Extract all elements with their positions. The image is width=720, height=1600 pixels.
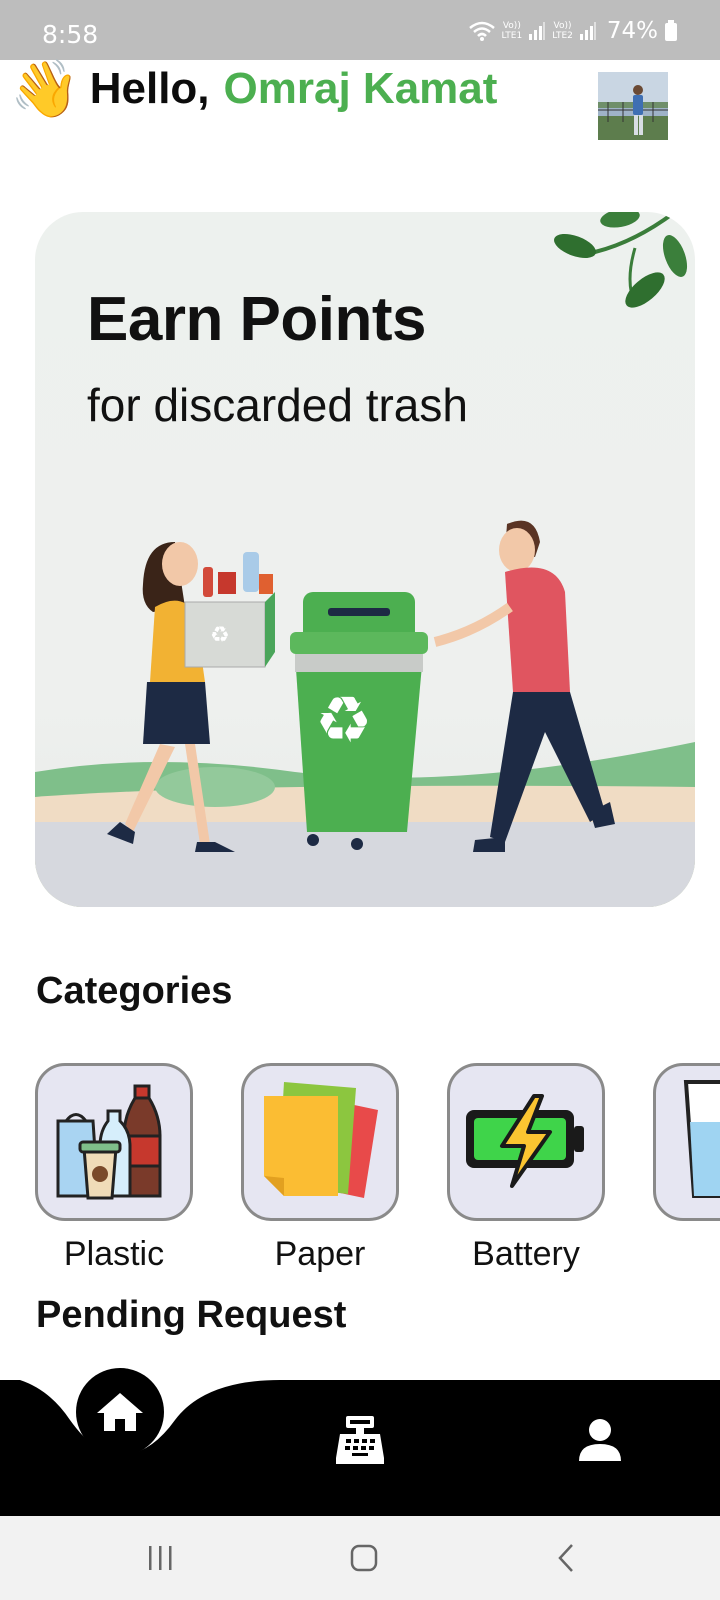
recent-apps-button[interactable] bbox=[130, 1516, 190, 1600]
signal-2-icon bbox=[579, 22, 596, 40]
recent-apps-icon bbox=[149, 1546, 172, 1570]
battery-percentage: 74% bbox=[606, 18, 658, 44]
sim2-network-label: Vo)) LTE2 bbox=[552, 21, 573, 41]
hero-banner[interactable]: ♻ ♻ Earn Points for discarded trash bbox=[35, 212, 695, 907]
back-system-button[interactable] bbox=[536, 1516, 596, 1600]
category-glass[interactable]: G bbox=[653, 1063, 720, 1273]
status-icons: Vo)) LTE1 Vo)) LTE2 74% bbox=[468, 18, 679, 44]
svg-text:♻: ♻ bbox=[210, 623, 230, 648]
category-tile[interactable] bbox=[241, 1063, 399, 1221]
category-battery[interactable]: Battery bbox=[447, 1063, 605, 1273]
wifi-icon bbox=[468, 21, 495, 41]
status-time: 8:58 bbox=[42, 20, 99, 49]
home-square-icon bbox=[350, 1544, 378, 1572]
category-plastic[interactable]: Plastic bbox=[35, 1063, 193, 1273]
category-label: Paper bbox=[274, 1235, 366, 1273]
category-label: Battery bbox=[472, 1235, 580, 1273]
svg-text:♻: ♻ bbox=[315, 684, 372, 758]
profile-icon bbox=[579, 1419, 621, 1461]
category-paper[interactable]: Paper bbox=[241, 1063, 399, 1273]
categories-title: Categories bbox=[36, 970, 233, 1012]
trash-box: ♻ bbox=[184, 552, 275, 668]
greeting: 👋 Hello, Omraj Kamat bbox=[10, 56, 497, 122]
category-label: Plastic bbox=[63, 1235, 165, 1273]
recycle-bin: ♻ bbox=[290, 592, 428, 850]
category-tile[interactable] bbox=[653, 1063, 720, 1221]
greeting-hello: Hello, bbox=[89, 64, 210, 113]
category-tile[interactable] bbox=[447, 1063, 605, 1221]
category-tile[interactable] bbox=[35, 1063, 193, 1221]
category-label: G bbox=[653, 1235, 720, 1273]
system-nav-bar bbox=[0, 1516, 720, 1600]
status-bar: 8:58 Vo)) LTE1 Vo)) LTE2 74% bbox=[0, 0, 720, 60]
hero-subtitle: for discarded trash bbox=[87, 379, 468, 431]
user-name: Omraj Kamat bbox=[223, 64, 498, 113]
sim1-network-label: Vo)) LTE1 bbox=[501, 21, 523, 41]
home-icon bbox=[97, 1393, 143, 1431]
plastic-bottles-icon bbox=[56, 1084, 162, 1200]
battery-category-icon bbox=[466, 1094, 584, 1188]
nav-requests-button[interactable] bbox=[330, 1410, 390, 1470]
paper-sheets-icon bbox=[264, 1082, 378, 1198]
glass-icon bbox=[683, 1080, 720, 1198]
battery-icon bbox=[665, 20, 677, 41]
home-system-button[interactable] bbox=[334, 1516, 394, 1600]
signal-1-icon bbox=[529, 22, 546, 40]
leaves-decoration bbox=[554, 212, 695, 308]
nav-home-button[interactable] bbox=[76, 1368, 164, 1456]
back-chevron-icon bbox=[558, 1544, 573, 1572]
hero-title: Earn Points bbox=[87, 285, 427, 354]
cash-register-icon bbox=[336, 1416, 384, 1464]
waving-hand-icon: 👋 bbox=[10, 57, 80, 120]
nav-profile-button[interactable] bbox=[570, 1410, 630, 1470]
avatar[interactable] bbox=[598, 72, 668, 140]
pending-request-title: Pending Request bbox=[36, 1294, 347, 1336]
categories-list: Plastic Paper Battery bbox=[35, 1063, 720, 1273]
